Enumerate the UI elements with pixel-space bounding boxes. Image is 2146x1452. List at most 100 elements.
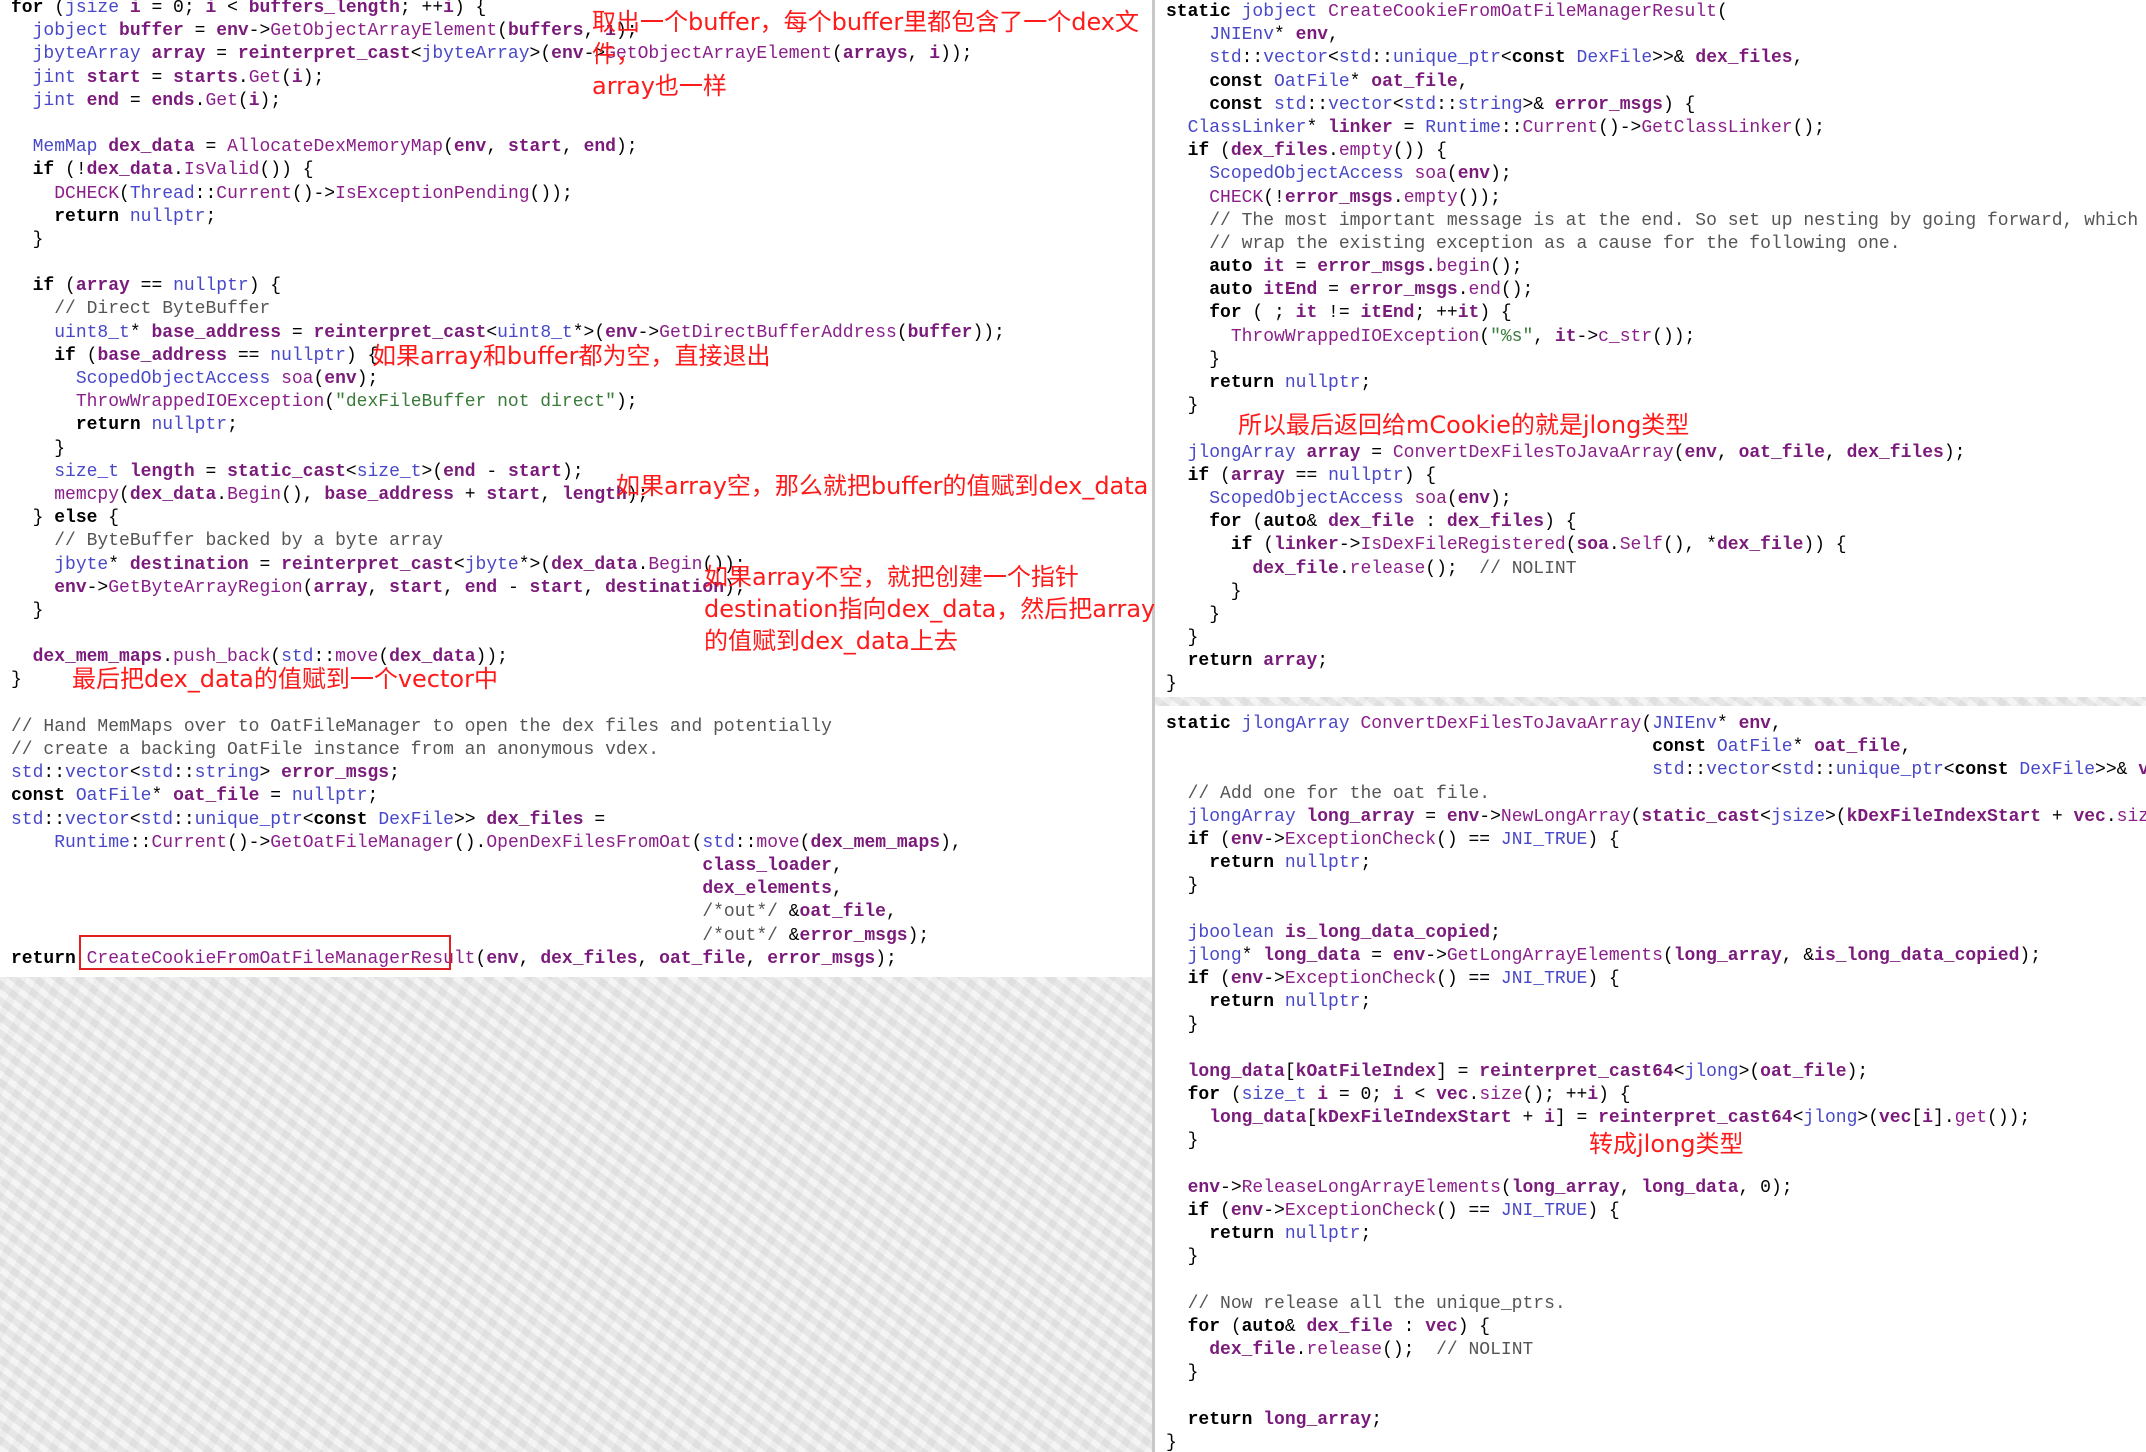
code-line: ​: [11, 693, 1152, 716]
code-line: dex_elements,: [702, 879, 843, 900]
code-line: return nullptr;: [75, 415, 238, 436]
code-line: if (!dex_data.IsValid()) {: [32, 160, 314, 181]
code-line: jboolean is_long_data_copied;: [1187, 922, 1501, 943]
code-line: return nullptr;: [1209, 992, 1372, 1013]
code-line: if (array == nullptr) {: [32, 276, 282, 297]
highlight-box-create-cookie: [79, 935, 451, 970]
code-line: jlong* long_data = env->GetLongArrayElem…: [1187, 945, 2042, 966]
code-line: const OatFile* oat_file,: [1209, 71, 1469, 92]
code-line: std::vector<std::unique_ptr<const DexFil…: [1652, 760, 2146, 781]
code-line: }: [1166, 876, 1199, 897]
code-line: ​: [1166, 899, 2146, 922]
code-line: if (dex_files.empty()) {: [1187, 141, 1447, 162]
annotation-array-not-null-line2: destination指向dex_data，然后把array: [704, 595, 1156, 623]
code-line: }: [1166, 1432, 1177, 1452]
code-line: // wrap the existing exception as a caus…: [1209, 233, 1901, 254]
code-line: return array;: [1187, 651, 1329, 672]
code-line: if (env->ExceptionCheck() == JNI_TRUE) {: [1187, 829, 1620, 850]
code-line: for (auto& dex_file : dex_files) {: [1209, 512, 1577, 533]
code-line: }: [1166, 628, 1199, 649]
code-line: // Add one for the oat file.: [1187, 783, 1491, 804]
code-line: }: [1166, 1363, 1199, 1384]
code-line: std::vector<std::unique_ptr<const DexFil…: [11, 809, 606, 830]
code-line: // ByteBuffer backed by a byte array: [54, 531, 444, 552]
code-line: jlongArray array = ConvertDexFilesToJava…: [1187, 442, 1966, 463]
annotation-array-null: 如果array空，那么就把buffer的值赋到dex_data: [616, 472, 1149, 500]
panel-divider: [1152, 0, 1155, 1452]
code-line: // create a backing OatFile instance fro…: [11, 740, 660, 760]
code-line: return nullptr;: [1209, 1224, 1372, 1245]
annotation-take-buffer: 取出一个buffer，每个buffer里都包含了一个dex文 件， array也…: [592, 6, 1139, 102]
annotation-array-not-null-line3: 的值赋到dex_data上去: [704, 627, 958, 655]
code-line: long_data[kOatFileIndex] = reinterpret_c…: [1187, 1061, 1869, 1082]
code-line: return nullptr;: [1209, 373, 1372, 393]
annotation-convert-jlong: 转成jlong类型: [1589, 1130, 1744, 1158]
right-top-code-panel: static jobject CreateCookieFromOatFileMa…: [1155, 0, 2146, 697]
code-line: ​: [1166, 1385, 2146, 1408]
code-line: auto it = error_msgs.begin();: [1209, 257, 1523, 278]
code-line: ​: [1166, 1038, 2146, 1061]
code-line: for (size_t i = 0; i < vec.size(); ++i) …: [1187, 1085, 1631, 1105]
code-line: return nullptr;: [54, 206, 217, 227]
annotation-both-null-exit: 如果array和buffer都为空，直接退出: [372, 342, 771, 370]
annotation-take-buffer-line1: 取出一个buffer，每个buffer里都包含了一个dex文: [592, 8, 1140, 36]
code-line: }: [1166, 349, 1221, 370]
code-line: ​: [11, 113, 1152, 136]
code-line: ​: [1166, 1270, 2146, 1293]
code-line: }: [11, 438, 66, 459]
code-line: ClassLinker* linker = Runtime::Current()…: [1187, 117, 1825, 138]
code-line: env->ReleaseLongArrayElements(long_array…: [1187, 1177, 1793, 1198]
code-line: }: [11, 229, 44, 250]
annotation-take-buffer-line2: 件，: [592, 40, 640, 68]
code-line: } else {: [11, 508, 120, 529]
code-line: ThrowWrappedIOException("dexFileBuffer n…: [75, 392, 638, 413]
code-line: }: [1166, 1015, 1199, 1036]
code-line: class_loader,: [702, 855, 843, 876]
annotation-return-jlong: 所以最后返回给mCookie的就是jlong类型: [1238, 411, 1690, 439]
code-line: ThrowWrappedIOException("%s", it->c_str(…: [1230, 326, 1696, 347]
code-line: // Now release all the unique_ptrs.: [1187, 1293, 1566, 1314]
code-line: dex_file.release(); // NOLINT: [1252, 558, 1577, 579]
code-line: ScopedObjectAccess soa(env);: [1209, 488, 1512, 509]
code-line: static jobject CreateCookieFromOatFileMa…: [1166, 2, 1728, 22]
code-line: const OatFile* oat_file,: [1652, 737, 1912, 758]
annotation-array-not-null: 如果array不空，就把创建一个指针 destination指向dex_data…: [704, 561, 1155, 657]
code-line: for (auto& dex_file : vec) {: [1187, 1316, 1491, 1337]
code-line: std::vector<std::string> error_msgs;: [11, 763, 400, 784]
code-line: for ( ; it != itEnd; ++it) {: [1209, 303, 1512, 324]
annotation-push-to-vector: 最后把dex_data的值赋到一个vector中: [72, 665, 498, 693]
code-line: dex_file.release(); // NOLINT: [1209, 1340, 1534, 1361]
code-line: if (env->ExceptionCheck() == JNI_TRUE) {: [1187, 1200, 1620, 1221]
annotation-array-not-null-line1: 如果array不空，就把创建一个指针: [704, 563, 1079, 591]
code-line: long_data[kDexFileIndexStart + i] = rein…: [1209, 1108, 2031, 1129]
right-bottom-code-block: static jlongArray ConvertDexFilesToJavaA…: [1166, 713, 2146, 1452]
code-line: if (env->ExceptionCheck() == JNI_TRUE) {: [1187, 969, 1620, 990]
code-line: ScopedObjectAccess soa(env);: [1209, 164, 1512, 185]
code-line: static jlongArray ConvertDexFilesToJavaA…: [1166, 714, 1782, 734]
code-line: // Direct ByteBuffer: [54, 299, 271, 320]
code-line: }: [1166, 581, 1242, 602]
code-line: }: [1166, 674, 1177, 695]
code-line: /*out*/ &oat_file,: [702, 902, 897, 923]
code-line: jlongArray long_array = env->NewLongArra…: [1187, 806, 2146, 827]
annotation-take-buffer-line3: array也一样: [592, 72, 727, 100]
code-line: DCHECK(Thread::Current()->IsExceptionPen…: [54, 183, 573, 204]
code-line: if (array == nullptr) {: [1187, 465, 1437, 486]
code-line: return nullptr;: [1209, 853, 1372, 874]
code-line: Runtime::Current()->GetOatFileManager().…: [54, 832, 962, 853]
right-top-code-block: static jobject CreateCookieFromOatFileMa…: [1166, 1, 2146, 697]
code-line: CHECK(!error_msgs.empty());: [1209, 187, 1501, 208]
code-line: }: [1166, 604, 1221, 625]
code-line: const OatFile* oat_file = nullptr;: [11, 786, 379, 807]
code-line: if (linker->IsDexFileRegistered(soa.Self…: [1230, 535, 1847, 556]
code-line: return long_array;: [1187, 1409, 1383, 1430]
code-line: // The most important message is at the …: [1209, 210, 2146, 231]
code-line: // Hand MemMaps over to OatFileManager t…: [11, 716, 832, 737]
code-line: const std::vector<std::string>& error_ms…: [1209, 94, 1696, 115]
code-line: }: [1166, 1247, 1199, 1268]
code-line: ​: [11, 252, 1152, 275]
code-line: JNIEnv* env,: [1209, 25, 1339, 46]
right-bottom-code-panel: static jlongArray ConvertDexFilesToJavaA…: [1155, 706, 2146, 1452]
code-line: std::vector<std::unique_ptr<const DexFil…: [1209, 48, 1804, 69]
code-line: auto itEnd = error_msgs.end();: [1209, 280, 1534, 301]
